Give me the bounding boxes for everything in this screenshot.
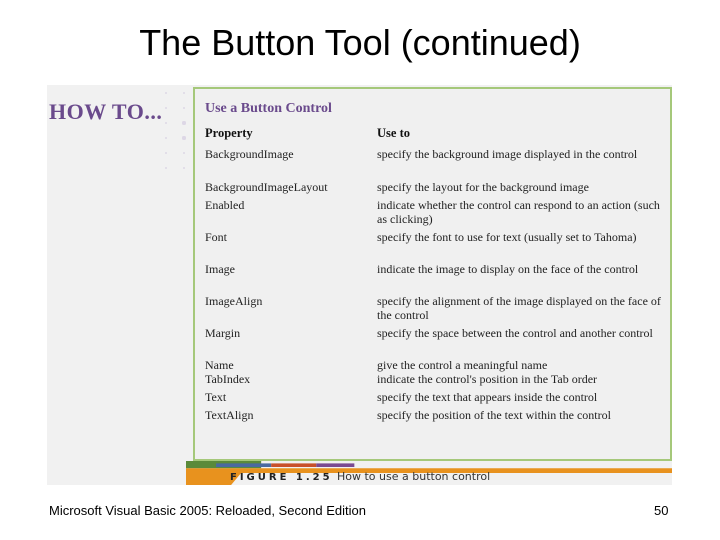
decorative-dot	[165, 152, 167, 154]
red-stripe	[271, 463, 317, 467]
property-column-header: Property	[205, 126, 253, 140]
blue-stripe	[216, 463, 272, 467]
property-name: Name	[205, 358, 234, 372]
property-name: Font	[205, 230, 228, 244]
property-name: Margin	[205, 326, 241, 340]
property-use: specify the font to use for text (usuall…	[377, 230, 637, 244]
property-name: Text	[205, 390, 227, 404]
decorative-dot	[182, 151, 186, 155]
decorative-dot	[165, 167, 167, 169]
purple-stripe	[316, 463, 355, 467]
property-name: ImageAlign	[205, 294, 263, 308]
how-to-label: HOW TO...	[49, 99, 163, 124]
figure-caption: How to use a button control	[337, 470, 491, 483]
how-to-figure: HOW TO... Use a Button Control Property …	[47, 85, 672, 485]
property-name: BackgroundImageLayout	[205, 180, 328, 194]
property-name: BackgroundImage	[205, 147, 294, 161]
decorative-dot	[182, 136, 186, 140]
decorative-dot	[183, 167, 185, 169]
property-use: indicate the control's position in the T…	[377, 372, 598, 386]
property-name: TextAlign	[205, 408, 254, 422]
panel-title: Use a Button Control	[205, 101, 332, 116]
page-number: 50	[654, 503, 669, 518]
property-use: specify the background image displayed i…	[377, 147, 638, 161]
decorative-dot	[165, 107, 167, 109]
property-name: Image	[205, 262, 235, 276]
property-use: indicate whether the control can respond…	[377, 198, 660, 226]
decorative-dot	[183, 92, 185, 94]
use-column-header: Use to	[377, 126, 410, 140]
slide-title: The Button Tool (continued)	[139, 22, 581, 63]
figure-number: FIGURE 1.25	[230, 472, 333, 483]
slide-footer: Microsoft Visual Basic 2005: Reloaded, S…	[49, 503, 367, 518]
decorative-dot	[182, 121, 186, 125]
decorative-dot	[182, 106, 186, 110]
property-name: Enabled	[205, 198, 245, 212]
property-use: specify the layout for the background im…	[377, 180, 589, 194]
property-use: specify the text that appears inside the…	[377, 390, 598, 404]
property-use: specify the position of the text within …	[377, 408, 611, 422]
property-panel: Use a Button Control Property Use to Bac…	[193, 87, 672, 461]
property-use: specify the space between the control an…	[377, 326, 653, 340]
property-use: indicate the image to display on the fac…	[377, 262, 639, 276]
property-use: specify the alignment of the image displ…	[377, 294, 661, 322]
decorative-dot	[165, 92, 167, 94]
decorative-dot	[165, 122, 167, 124]
decorative-dot	[165, 137, 167, 139]
property-use: give the control a meaningful name	[377, 358, 548, 372]
property-name: TabIndex	[205, 372, 251, 386]
